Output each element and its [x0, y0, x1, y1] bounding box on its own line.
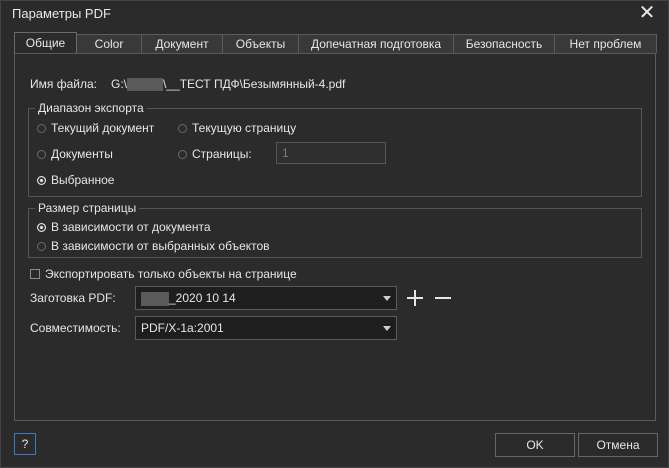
remove-preset-button[interactable] — [433, 288, 453, 308]
add-preset-button[interactable] — [405, 288, 425, 308]
radio-page-size-objects-label: В зависимости от выбранных объектов — [51, 239, 270, 253]
radio-page-size-objects[interactable]: В зависимости от выбранных объектов — [37, 239, 270, 253]
compat-select[interactable]: PDF/X-1a:2001 — [135, 316, 397, 340]
radio-dot-selected — [37, 175, 46, 185]
chevron-down-icon — [383, 326, 391, 331]
radio-selection[interactable]: Выбранное — [37, 173, 114, 187]
minus-icon — [435, 297, 451, 299]
radio-current-document-label: Текущий документ — [51, 121, 155, 135]
radio-documents-label: Документы — [51, 147, 113, 161]
tab-general[interactable]: Общие — [14, 32, 77, 53]
close-icon[interactable]: ✕ — [636, 2, 658, 24]
radio-pages-label: Страницы: — [192, 147, 252, 161]
tab-no-problems[interactable]: Нет проблем — [554, 34, 657, 53]
compat-value: PDF/X-1a:2001 — [141, 321, 224, 335]
titlebar: Параметры PDF ✕ — [1, 1, 668, 27]
tab-objects[interactable]: Объекты — [222, 34, 299, 53]
pdf-preset-label: Заготовка PDF: — [30, 291, 116, 305]
pages-input[interactable]: 1 — [276, 142, 386, 164]
pdf-settings-dialog: Параметры PDF ✕ Общие Color Документ Объ… — [0, 0, 669, 468]
redacted-block — [141, 291, 169, 306]
tab-prepress[interactable]: Допечатная подготовка — [298, 34, 454, 53]
radio-current-page-label: Текущую страницу — [192, 121, 297, 135]
ok-button[interactable]: OK — [495, 433, 575, 457]
radio-page-size-document[interactable]: В зависимости от документа — [37, 220, 211, 234]
radio-pages[interactable]: Страницы: — [178, 147, 252, 161]
export-range-title: Диапазон экспорта — [35, 101, 147, 115]
file-path-suffix: \__ТЕСТ ПДФ\Безымянный-4.pdf — [163, 77, 346, 91]
file-path-prefix: G:\ — [111, 77, 128, 91]
radio-dot — [178, 123, 187, 133]
page-size-title: Размер страницы — [35, 201, 140, 215]
pdf-preset-select[interactable]: _2020 10 14 — [135, 286, 397, 310]
radio-selection-label: Выбранное — [51, 173, 115, 187]
file-name-label: Имя файла: — [30, 77, 97, 91]
chevron-down-icon — [383, 296, 391, 301]
radio-documents[interactable]: Документы — [37, 147, 113, 161]
export-only-on-page-checkbox[interactable]: Экспортировать только объекты на страниц… — [30, 267, 297, 281]
radio-current-document[interactable]: Текущий документ — [37, 121, 154, 135]
radio-page-size-document-label: В зависимости от документа — [51, 220, 211, 234]
export-only-on-page-label: Экспортировать только объекты на страниц… — [45, 267, 297, 281]
tab-color[interactable]: Color — [76, 34, 142, 53]
radio-current-page[interactable]: Текущую страницу — [178, 121, 296, 135]
file-path: G:\ \__ТЕСТ ПДФ\Безымянный-4.pdf — [111, 77, 346, 92]
pdf-preset-value: _2020 10 14 — [169, 291, 236, 305]
tab-document[interactable]: Документ — [141, 34, 223, 53]
tab-strip: Общие Color Документ Объекты Допечатная … — [14, 32, 657, 54]
compat-label: Совместимость: — [30, 321, 121, 335]
radio-dot — [37, 149, 46, 159]
help-button[interactable]: ? — [14, 433, 36, 455]
radio-dot — [37, 241, 46, 251]
cancel-button[interactable]: Отмена — [578, 433, 658, 457]
checkbox-box — [30, 269, 40, 279]
plus-icon — [407, 290, 423, 306]
window-title: Параметры PDF — [12, 6, 111, 21]
radio-dot — [37, 123, 46, 133]
radio-dot-selected — [37, 222, 46, 232]
radio-dot — [178, 149, 187, 159]
redacted-block — [127, 78, 164, 92]
tab-security[interactable]: Безопасность — [453, 34, 555, 53]
